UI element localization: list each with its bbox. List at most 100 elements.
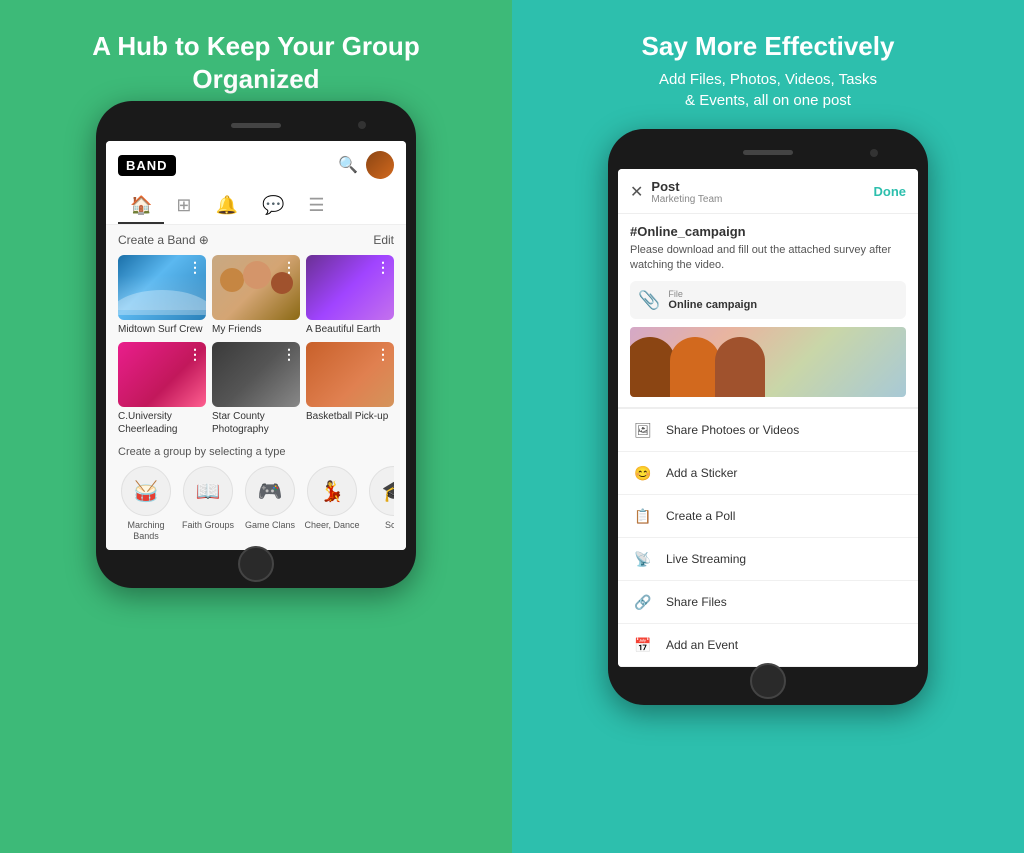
band-app: BAND 🔍 🏠 ⊞ 🔔 💬 ☰ Creat (106, 141, 406, 550)
post-screen: ✕ Post Marketing Team Done #Online_campa… (618, 169, 918, 668)
phone-top-bar-left (106, 115, 406, 135)
phone-top-bar-right (618, 143, 918, 163)
post-body: #Online_campaign Please download and fil… (618, 214, 918, 409)
type-school[interactable]: 🎓 Sc... (366, 466, 394, 542)
more-icon-basketball[interactable]: ⋮ (376, 346, 390, 363)
action-label-event: Add an Event (666, 638, 738, 652)
group-label-friends: My Friends (212, 323, 300, 336)
home-button-left[interactable] (238, 546, 274, 582)
action-label-photos: Share Photoes or Videos (666, 423, 799, 437)
more-icon-photo[interactable]: ⋮ (282, 346, 296, 363)
action-share-photos[interactable]: 🖼 Share Photoes or Videos (618, 409, 918, 452)
poll-icon: 📋 (632, 505, 654, 527)
create-group-text: Create a group by selecting a type (118, 446, 394, 458)
create-band-btn[interactable]: Create a Band ⊕ (118, 233, 209, 247)
action-poll[interactable]: 📋 Create a Poll (618, 495, 918, 538)
phone-bottom-right (618, 673, 918, 689)
nav-grid[interactable]: ⊞ (164, 187, 203, 224)
person-2 (670, 337, 720, 397)
post-image-preview (630, 327, 906, 397)
games-label: Game Clans (245, 520, 295, 531)
action-label-poll: Create a Poll (666, 509, 735, 523)
action-label-files: Share Files (666, 595, 727, 609)
action-label-sticker: Add a Sticker (666, 466, 737, 480)
group-label-earth: A Beautiful Earth (306, 323, 394, 336)
type-games[interactable]: 🎮 Game Clans (242, 466, 298, 542)
wave-decoration (118, 290, 206, 315)
games-icon: 🎮 (245, 466, 295, 516)
search-icon[interactable]: 🔍 (338, 155, 358, 175)
edit-button[interactable]: Edit (373, 233, 394, 247)
nav-chat[interactable]: 💬 (250, 187, 296, 224)
group-label-photo: Star County Photography (212, 410, 300, 436)
group-label-cheer: C.University Cheerleading (118, 410, 206, 436)
group-item-photo[interactable]: ⋮ Star County Photography (212, 342, 300, 436)
avatar[interactable] (366, 151, 394, 179)
action-files[interactable]: 🔗 Share Files (618, 581, 918, 624)
group-thumb-friends: ⋮ (212, 255, 300, 320)
phone-camera-right (870, 149, 878, 157)
post-title-block: Post Marketing Team (651, 179, 722, 205)
group-thumb-photo: ⋮ (212, 342, 300, 407)
file-type-label: File (668, 289, 757, 299)
right-phone-screen: ✕ Post Marketing Team Done #Online_campa… (618, 169, 918, 668)
image-people (630, 327, 906, 397)
group-item-earth[interactable]: ⋮ A Beautiful Earth (306, 255, 394, 336)
phone-speaker-left (231, 123, 281, 128)
group-item-cheer[interactable]: ⋮ C.University Cheerleading (118, 342, 206, 436)
left-panel: A Hub to Keep Your Group Organized BAND … (0, 0, 512, 853)
files-icon: 🔗 (632, 591, 654, 613)
post-header-left: ✕ Post Marketing Team (630, 179, 722, 205)
live-icon: 📡 (632, 548, 654, 570)
action-event[interactable]: 📅 Add an Event (618, 624, 918, 667)
type-marching[interactable]: 🥁 Marching Bands (118, 466, 174, 542)
left-phone: BAND 🔍 🏠 ⊞ 🔔 💬 ☰ Creat (96, 101, 416, 588)
faith-label: Faith Groups (182, 520, 234, 531)
group-item-basketball[interactable]: ⋮ Basketball Pick-up (306, 342, 394, 436)
more-icon-friends[interactable]: ⋮ (282, 259, 296, 276)
home-button-right[interactable] (750, 663, 786, 699)
post-team-label: Marketing Team (651, 194, 722, 205)
post-header: ✕ Post Marketing Team Done (618, 169, 918, 214)
right-panel-subtitle: Add Files, Photos, Videos, Tasks & Event… (659, 69, 877, 111)
left-phone-screen: BAND 🔍 🏠 ⊞ 🔔 💬 ☰ Creat (106, 141, 406, 550)
cheer-type-label: Cheer, Dance (304, 520, 359, 531)
paperclip-icon: 📎 (638, 290, 660, 311)
photos-icon: 🖼 (632, 419, 654, 441)
close-button[interactable]: ✕ (630, 182, 643, 202)
action-live[interactable]: 📡 Live Streaming (618, 538, 918, 581)
left-panel-title: A Hub to Keep Your Group Organized (92, 30, 419, 95)
file-info: File Online campaign (668, 289, 757, 311)
nav-bell[interactable]: 🔔 (204, 187, 250, 224)
more-icon-cheer[interactable]: ⋮ (188, 346, 202, 363)
done-button[interactable]: Done (874, 184, 907, 199)
faith-icon: 📖 (183, 466, 233, 516)
school-label: Sc... (385, 520, 394, 531)
post-hashtag: #Online_campaign (630, 224, 906, 239)
event-icon: 📅 (632, 634, 654, 656)
post-body-text: Please download and fill out the attache… (630, 243, 906, 274)
file-name: Online campaign (668, 299, 757, 311)
right-panel-title: Say More Effectively (642, 30, 895, 63)
band-nav: 🏠 ⊞ 🔔 💬 ☰ (106, 187, 406, 225)
action-sticker[interactable]: 😊 Add a Sticker (618, 452, 918, 495)
type-cheer[interactable]: 💃 Cheer, Dance (304, 466, 360, 542)
more-icon-surf[interactable]: ⋮ (188, 259, 202, 276)
type-faith[interactable]: 📖 Faith Groups (180, 466, 236, 542)
marching-icon: 🥁 (121, 466, 171, 516)
phone-camera-left (358, 121, 366, 129)
band-content: Create a Band ⊕ Edit ⋮ Midtown Surf Crew (106, 225, 406, 550)
group-types-row: 🥁 Marching Bands 📖 Faith Groups 🎮 Game C… (118, 466, 394, 542)
group-thumb-surf: ⋮ (118, 255, 206, 320)
band-section-header: Create a Band ⊕ Edit (118, 233, 394, 247)
sticker-icon: 😊 (632, 462, 654, 484)
band-header: BAND 🔍 (106, 141, 406, 187)
group-item-surf[interactable]: ⋮ Midtown Surf Crew (118, 255, 206, 336)
right-panel: Say More Effectively Add Files, Photos, … (512, 0, 1024, 853)
more-icon-earth[interactable]: ⋮ (376, 259, 390, 276)
file-attachment[interactable]: 📎 File Online campaign (630, 281, 906, 319)
nav-menu[interactable]: ☰ (296, 187, 336, 224)
group-item-friends[interactable]: ⋮ My Friends (212, 255, 300, 336)
right-phone: ✕ Post Marketing Team Done #Online_campa… (608, 129, 928, 706)
nav-home[interactable]: 🏠 (118, 187, 164, 224)
